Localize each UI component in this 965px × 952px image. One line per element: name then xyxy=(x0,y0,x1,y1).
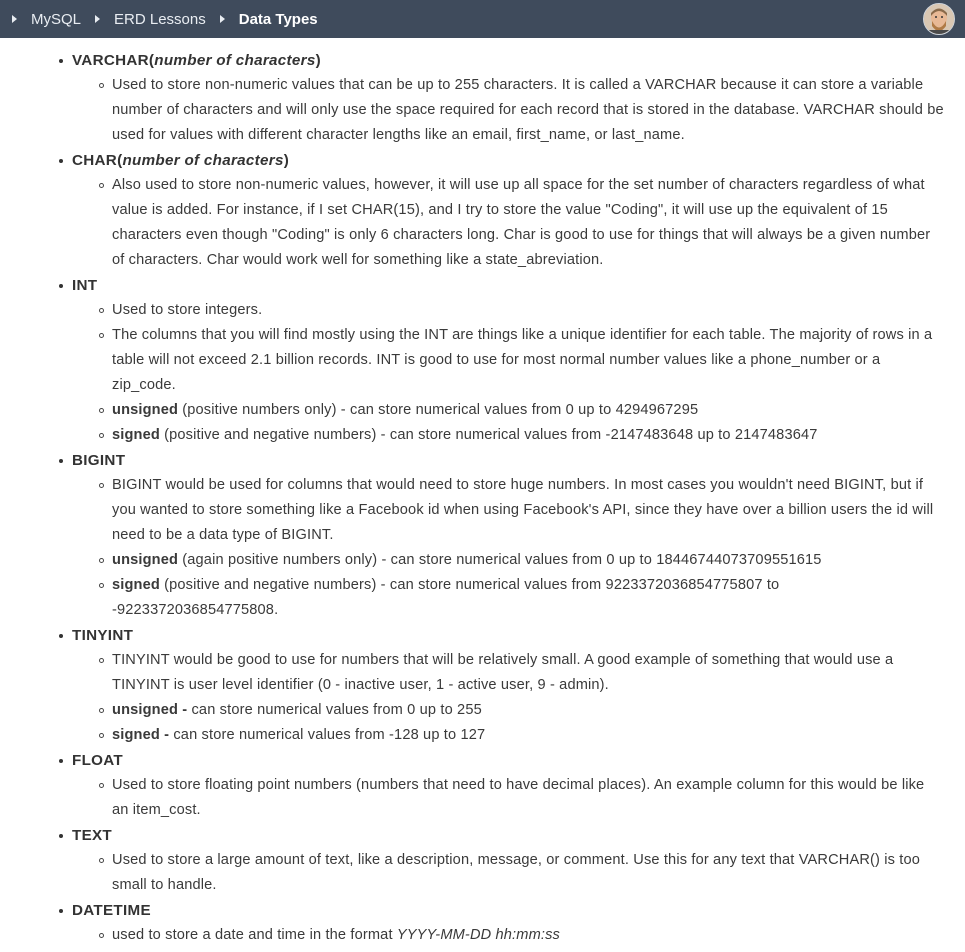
avatar-icon xyxy=(924,4,954,34)
detail-item: unsigned (positive numbers only) - can s… xyxy=(99,398,945,423)
detail-item: TINYINT would be good to use for numbers… xyxy=(99,648,945,698)
user-avatar[interactable] xyxy=(923,3,955,35)
lesson-content: VARCHAR(number of characters) Used to sto… xyxy=(0,38,965,952)
data-type-heading: VARCHAR(number of characters) xyxy=(72,48,945,73)
data-type-details: Used to store floating point numbers (nu… xyxy=(72,773,945,823)
detail-text: (again positive numbers only) - can stor… xyxy=(178,552,822,568)
detail-item: Used to store floating point numbers (nu… xyxy=(99,773,945,823)
caret-right-icon xyxy=(219,15,225,23)
detail-keyword: unsigned xyxy=(112,402,179,418)
breadcrumb-label: Data Types xyxy=(238,10,318,28)
detail-item: signed - can store numerical values from… xyxy=(99,723,945,748)
data-type-heading: CHAR(number of characters) xyxy=(72,148,945,173)
data-type-close: ) xyxy=(315,52,321,69)
detail-text: Used to store floating point numbers (nu… xyxy=(112,777,925,818)
detail-text: (positive numbers only) - can store nume… xyxy=(178,402,699,418)
data-type-details: Used to store a large amount of text, li… xyxy=(72,848,945,898)
data-type-item: CHAR(number of characters) Also used to s… xyxy=(59,148,945,273)
data-type-heading: BIGINT xyxy=(72,448,945,473)
detail-item: The columns that you will find mostly us… xyxy=(99,323,945,398)
data-type-details: used to store a date and time in the for… xyxy=(72,923,945,948)
detail-keyword: signed xyxy=(112,427,160,443)
data-types-list: VARCHAR(number of characters) Used to sto… xyxy=(0,38,965,948)
data-type-heading: TINYINT xyxy=(72,623,945,648)
data-type-name: FLOAT xyxy=(72,752,123,769)
detail-text: The columns that you will find mostly us… xyxy=(112,327,933,393)
data-type-name: TINYINT xyxy=(72,627,134,644)
data-type-item: TEXT Used to store a large amount of text… xyxy=(59,823,945,898)
detail-keyword: unsigned - xyxy=(112,702,188,718)
data-type-details: Also used to store non-numeric values, h… xyxy=(72,173,945,273)
data-type-name: BIGINT xyxy=(72,452,126,469)
detail-item: Also used to store non-numeric values, h… xyxy=(99,173,945,273)
breadcrumb-mysql[interactable]: MySQL xyxy=(12,11,81,28)
detail-item: unsigned (again positive numbers only) -… xyxy=(99,548,945,573)
detail-text: (positive and negative numbers) - can st… xyxy=(159,427,818,443)
data-type-name: VARCHAR( xyxy=(72,52,155,69)
data-type-item: FLOAT Used to store floating point number… xyxy=(59,748,945,823)
data-type-heading: FLOAT xyxy=(72,748,945,773)
caret-right-icon xyxy=(12,15,17,23)
breadcrumb-data-types[interactable]: Data Types xyxy=(219,10,318,28)
data-type-item: VARCHAR(number of characters) Used to sto… xyxy=(59,48,945,148)
data-type-name: CHAR( xyxy=(72,152,123,169)
data-type-param: number of characters xyxy=(154,52,316,69)
data-type-details: Used to store non-numeric values that ca… xyxy=(72,73,945,148)
detail-text: can store numerical values from 0 up to … xyxy=(187,702,482,718)
detail-item: Used to store integers. xyxy=(99,298,945,323)
detail-item: unsigned - can store numerical values fr… xyxy=(99,698,945,723)
detail-keyword: signed - xyxy=(112,727,170,743)
detail-text: TINYINT would be good to use for numbers… xyxy=(112,652,894,693)
data-type-item: BIGINT BIGINT would be used for columns t… xyxy=(59,448,945,623)
detail-keyword: signed xyxy=(112,577,160,593)
data-type-name: INT xyxy=(72,277,98,294)
top-navigation-bar: MySQL ERD Lessons Data Types xyxy=(0,0,965,38)
detail-item: used to store a date and time in the for… xyxy=(99,923,945,948)
data-type-item: TINYINT TINYINT would be good to use for … xyxy=(59,623,945,748)
detail-text: Used to store a large amount of text, li… xyxy=(112,852,921,893)
breadcrumb-label: ERD Lessons xyxy=(114,10,206,28)
data-type-item: INT Used to store integers. The columns th… xyxy=(59,273,945,448)
data-type-details: TINYINT would be good to use for numbers… xyxy=(72,648,945,748)
data-type-details: BIGINT would be used for columns that wo… xyxy=(72,473,945,623)
detail-text: BIGINT would be used for columns that wo… xyxy=(112,477,934,543)
detail-keyword: unsigned xyxy=(112,552,179,568)
data-type-details: Used to store integers. The columns that … xyxy=(72,298,945,448)
detail-item: signed (positive and negative numbers) -… xyxy=(99,423,945,448)
detail-text: can store numerical values from -128 up … xyxy=(169,727,486,743)
data-type-param: number of characters xyxy=(122,152,284,169)
detail-item: signed (positive and negative numbers) -… xyxy=(99,573,945,623)
data-type-heading: INT xyxy=(72,273,945,298)
detail-item: Used to store non-numeric values that ca… xyxy=(99,73,945,148)
breadcrumb-label: MySQL xyxy=(31,10,82,28)
data-type-heading: DATETIME xyxy=(72,898,945,923)
breadcrumb-erd-lessons[interactable]: ERD Lessons xyxy=(95,11,206,28)
data-type-close: ) xyxy=(283,152,290,169)
caret-right-icon xyxy=(95,15,101,23)
detail-text: Used to store integers. xyxy=(112,302,263,318)
detail-text: Used to store non-numeric values that ca… xyxy=(112,77,944,143)
data-type-item: DATETIME used to store a date and time in… xyxy=(59,898,945,948)
detail-item: BIGINT would be used for columns that wo… xyxy=(99,473,945,548)
data-type-name: DATETIME xyxy=(72,902,151,919)
data-type-name: TEXT xyxy=(72,827,113,844)
detail-text: (positive and negative numbers) - can st… xyxy=(112,577,780,618)
detail-item: Used to store a large amount of text, li… xyxy=(99,848,945,898)
detail-format: YYYY-MM-DD hh:mm:ss xyxy=(396,927,560,943)
detail-text: Also used to store non-numeric values, h… xyxy=(112,177,931,268)
data-type-heading: TEXT xyxy=(72,823,945,848)
detail-text: used to store a date and time in the for… xyxy=(112,927,397,943)
